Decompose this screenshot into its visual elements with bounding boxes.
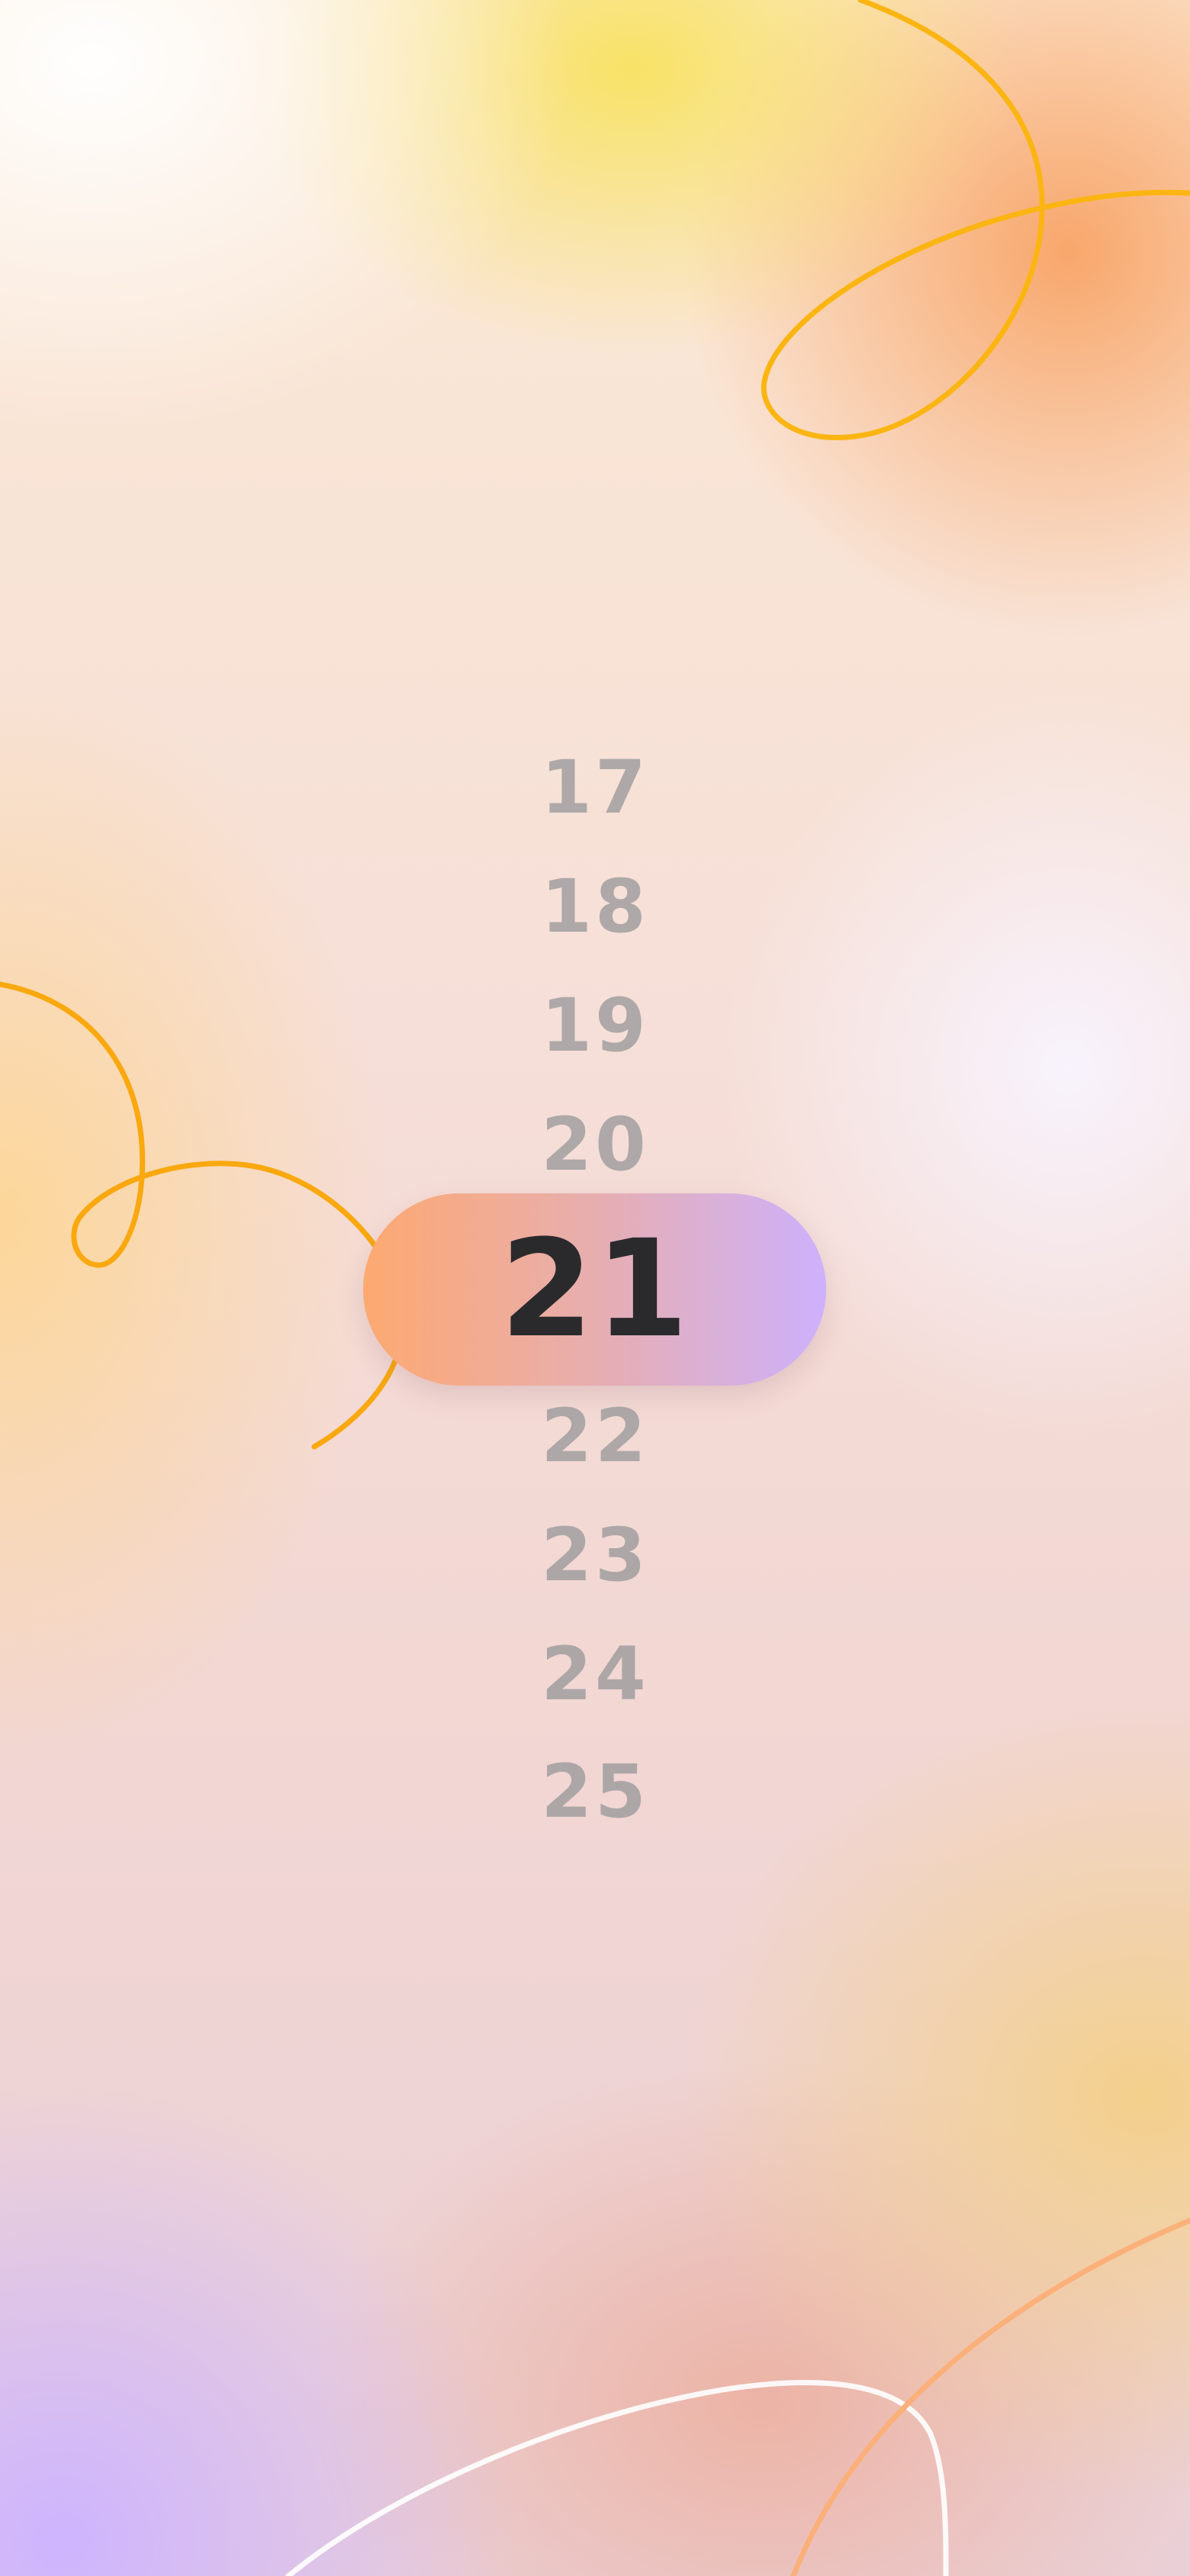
picker-item-23[interactable]: 23 [442, 1517, 748, 1593]
picker-item-24[interactable]: 24 [442, 1636, 748, 1712]
picker-item-18[interactable]: 18 [442, 868, 748, 945]
picker-item-20[interactable]: 20 [442, 1106, 748, 1183]
picker-selected-value[interactable]: 21 [442, 1221, 748, 1358]
picker-item-17[interactable]: 17 [442, 749, 748, 826]
picker-item-19[interactable]: 19 [442, 987, 748, 1064]
number-picker-wheel[interactable]: 17 18 19 20 21 22 23 24 25 [0, 0, 1190, 2576]
picker-item-22[interactable]: 22 [442, 1398, 748, 1474]
picker-item-25[interactable]: 25 [442, 1753, 748, 1830]
